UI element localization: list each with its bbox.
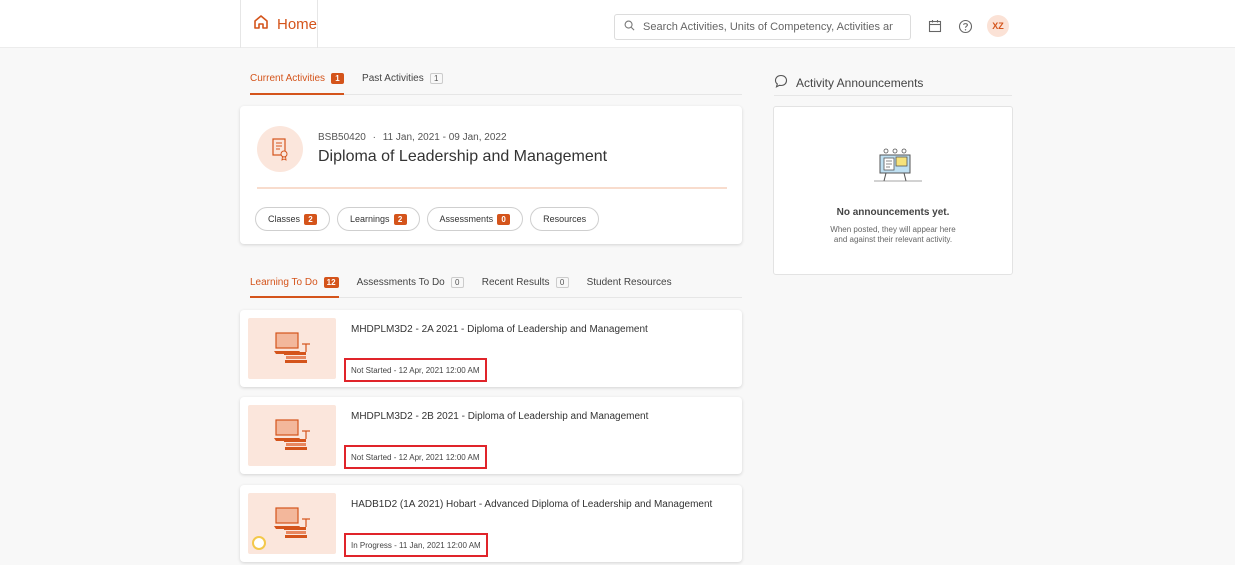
comment-icon (774, 74, 796, 91)
course-code: BSB50420 (318, 132, 366, 143)
learning-title: HADB1D2 (1A 2021) Hobart - Advanced Dipl… (351, 499, 713, 510)
tab-label: Current Activities (250, 73, 326, 84)
meta-separator: · (372, 132, 376, 143)
announcements-divider (774, 95, 1012, 96)
learning-card[interactable]: HADB1D2 (1A 2021) Hobart - Advanced Dipl… (240, 485, 742, 562)
tab-label: Recent Results (481, 277, 550, 288)
tab-student-resources[interactable]: Student Resources (587, 268, 672, 297)
course-title: Diploma of Leadership and Management (318, 148, 608, 165)
top-bar: Home XZ (0, 0, 1235, 48)
count-badge: 0 (555, 277, 569, 288)
course-pills: Classes 2 Learnings 2 Assessments 0 Reso… (255, 207, 606, 231)
tab-recent-results[interactable]: Recent Results 0 (482, 268, 569, 297)
pill-label: Resources (543, 214, 587, 224)
count-badge: 0 (497, 213, 511, 225)
learning-title: MHDPLM3D2 - 2B 2021 - Diploma of Leaders… (351, 411, 649, 422)
help-icon[interactable] (956, 17, 974, 35)
laptop-books-icon (274, 332, 310, 363)
learning-status: Not Started - 12 Apr, 2021 12:00 AM (344, 358, 487, 382)
learning-status: In Progress - 11 Jan, 2021 12:00 AM (344, 533, 488, 557)
learnings-button[interactable]: Learnings 2 (337, 207, 420, 231)
count-badge: 2 (393, 213, 407, 225)
course-meta: BSB50420 · 11 Jan, 2021 - 09 Jan, 2022 (318, 132, 507, 143)
count-badge: 0 (450, 277, 464, 288)
certificate-icon (257, 126, 303, 172)
pill-label: Classes (268, 214, 301, 224)
count-badge: 1 (331, 73, 345, 84)
classes-button[interactable]: Classes 2 (255, 207, 331, 231)
announcements-heading: Activity Announcements (774, 74, 923, 91)
announcements-title: Activity Announcements (796, 75, 924, 90)
course-card[interactable]: BSB50420 · 11 Jan, 2021 - 09 Jan, 2022 D… (240, 106, 742, 244)
assessments-button[interactable]: Assessments 0 (426, 207, 524, 231)
laptop-books-icon (274, 419, 310, 450)
learning-card[interactable]: MHDPLM3D2 - 2B 2021 - Diploma of Leaders… (240, 397, 742, 474)
course-dates: 11 Jan, 2021 - 09 Jan, 2022 (382, 132, 507, 143)
home-nav[interactable]: Home (240, 0, 318, 48)
search-icon (624, 20, 643, 34)
tab-label: Assessments To Do (356, 277, 445, 288)
tab-label: Learning To Do (250, 277, 318, 288)
tab-label: Past Activities (362, 73, 424, 84)
course-progress-divider (257, 187, 727, 189)
home-label: Home (277, 15, 318, 33)
learning-thumbnail (248, 405, 336, 466)
empty-state-line: and against their relevant activity. (833, 235, 953, 244)
pill-label: Assessments (439, 214, 494, 224)
empty-state-heading: No announcements yet. (836, 207, 950, 218)
empty-state-description: When posted, they will appear here and a… (774, 225, 1012, 245)
learning-status: Not Started - 12 Apr, 2021 12:00 AM (344, 445, 487, 469)
empty-state-line: When posted, they will appear here (830, 225, 956, 234)
announcement-board-icon (874, 145, 922, 190)
announcements-panel: No announcements yet. When posted, they … (773, 106, 1013, 275)
tab-learning-to-do[interactable]: Learning To Do 12 (250, 268, 339, 298)
tab-past-activities[interactable]: Past Activities 1 (362, 63, 443, 94)
laptop-books-icon (274, 507, 310, 538)
search-box[interactable] (614, 14, 911, 40)
in-progress-indicator-icon (252, 536, 266, 550)
calendar-icon[interactable] (926, 17, 944, 35)
learning-title: MHDPLM3D2 - 2A 2021 - Diploma of Leaders… (351, 324, 648, 335)
learning-thumbnail (248, 493, 336, 554)
learning-card[interactable]: MHDPLM3D2 - 2A 2021 - Diploma of Leaders… (240, 310, 742, 387)
home-icon (253, 14, 277, 34)
learning-thumbnail (248, 318, 336, 379)
search-input[interactable] (643, 21, 893, 33)
activity-tabs: Current Activities 1 Past Activities 1 (250, 63, 742, 95)
resources-button[interactable]: Resources (530, 207, 600, 231)
count-badge: 2 (304, 213, 318, 225)
tab-label: Student Resources (586, 277, 672, 288)
count-badge: 12 (323, 277, 339, 288)
count-badge: 1 (429, 73, 443, 84)
pill-label: Learnings (350, 214, 390, 224)
todo-tabs: Learning To Do 12 Assessments To Do 0 Re… (250, 268, 742, 298)
avatar[interactable]: XZ (987, 15, 1009, 37)
tab-assessments-to-do[interactable]: Assessments To Do 0 (357, 268, 464, 297)
tab-current-activities[interactable]: Current Activities 1 (250, 63, 345, 95)
